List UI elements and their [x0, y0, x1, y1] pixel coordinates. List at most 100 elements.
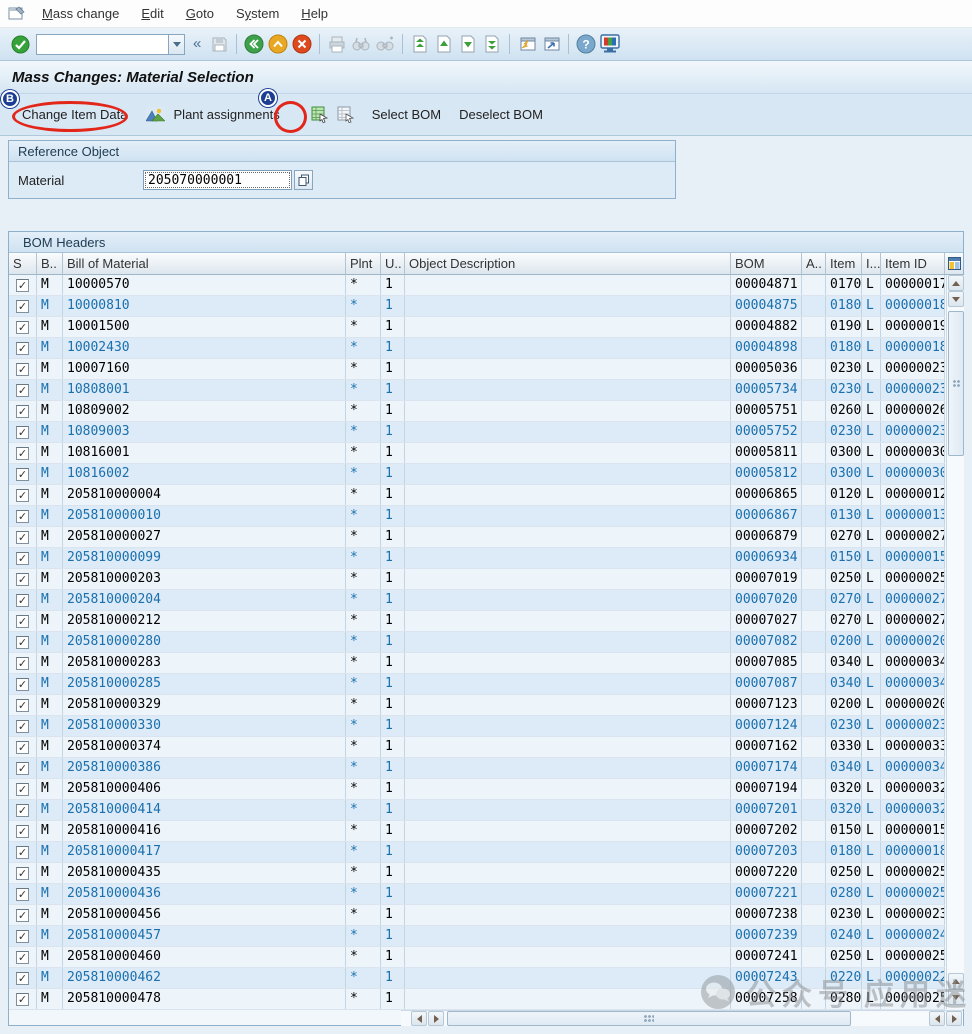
table-row[interactable]: ✓M205810000478*1000072580280L00000025: [9, 989, 945, 1010]
row-select-checkbox[interactable]: ✓: [9, 863, 37, 883]
column-header-item[interactable]: Item: [826, 253, 862, 275]
cancel-icon[interactable]: [290, 32, 314, 56]
column-header-plnt[interactable]: Plnt: [346, 253, 381, 275]
row-select-checkbox[interactable]: ✓: [9, 800, 37, 820]
enter-check-icon[interactable]: [8, 32, 32, 56]
table-row[interactable]: ✓M205810000329*1000071230200L00000020: [9, 695, 945, 716]
table-row[interactable]: ✓M10808001*1000057340230L00000023: [9, 380, 945, 401]
deselect-all-icon[interactable]: [336, 106, 356, 124]
row-select-checkbox[interactable]: ✓: [9, 380, 37, 400]
material-input[interactable]: [143, 170, 292, 190]
menu-item-help[interactable]: Help: [301, 6, 328, 21]
back-icon[interactable]: [242, 32, 266, 56]
row-select-checkbox[interactable]: ✓: [9, 779, 37, 799]
select-bom-button[interactable]: Select BOM: [370, 104, 443, 125]
last-page-icon[interactable]: [480, 32, 504, 56]
row-select-checkbox[interactable]: ✓: [9, 506, 37, 526]
scroll-left-icon[interactable]: [411, 1011, 427, 1026]
help-icon[interactable]: ?: [574, 32, 598, 56]
table-row[interactable]: ✓M205810000417*1000072030180L00000018: [9, 842, 945, 863]
vertical-scroll-thumb[interactable]: [948, 311, 964, 456]
table-row[interactable]: ✓M205810000436*1000072210280L00000025: [9, 884, 945, 905]
multiple-selection-icon[interactable]: [294, 170, 313, 190]
table-row[interactable]: ✓M10002430*1000048980180L00000018: [9, 338, 945, 359]
table-row[interactable]: ✓M10809003*1000057520230L00000023: [9, 422, 945, 443]
select-all-icon[interactable]: [310, 106, 330, 124]
create-shortcut-icon[interactable]: [539, 32, 563, 56]
column-header-objectdescription[interactable]: Object Description: [405, 253, 731, 275]
table-row[interactable]: ✓M205810000386*1000071740340L00000034: [9, 758, 945, 779]
row-select-checkbox[interactable]: ✓: [9, 737, 37, 757]
table-row[interactable]: ✓M205810000460*1000072410250L00000025: [9, 947, 945, 968]
table-settings-icon[interactable]: [945, 253, 963, 275]
horizontal-scroll-thumb[interactable]: [447, 1011, 851, 1026]
table-row[interactable]: ✓M205810000099*1000069340150L00000015: [9, 548, 945, 569]
menu-item-goto[interactable]: Goto: [186, 6, 214, 21]
row-select-checkbox[interactable]: ✓: [9, 464, 37, 484]
find-next-icon[interactable]: [373, 32, 397, 56]
row-select-checkbox[interactable]: ✓: [9, 275, 37, 295]
scroll-down-bottom-icon[interactable]: [948, 989, 964, 1005]
vertical-scrollbar[interactable]: [946, 275, 964, 1009]
table-row[interactable]: ✓M205810000212*1000070270270L00000027: [9, 611, 945, 632]
menu-item-system[interactable]: System: [236, 6, 279, 21]
table-row[interactable]: ✓M205810000010*1000068670130L00000013: [9, 506, 945, 527]
scroll-left-end-icon[interactable]: [929, 1011, 945, 1026]
row-select-checkbox[interactable]: ✓: [9, 842, 37, 862]
menu-item-edit[interactable]: Edit: [141, 6, 163, 21]
scroll-up-icon[interactable]: [948, 275, 964, 291]
row-select-checkbox[interactable]: ✓: [9, 989, 37, 1009]
collapse-icon[interactable]: «: [193, 35, 201, 52]
row-select-checkbox[interactable]: ✓: [9, 632, 37, 652]
table-row[interactable]: ✓M205810000414*1000072010320L00000032: [9, 800, 945, 821]
table-row[interactable]: ✓M10816001*1000058110300L00000030: [9, 443, 945, 464]
first-page-icon[interactable]: [408, 32, 432, 56]
row-select-checkbox[interactable]: ✓: [9, 317, 37, 337]
command-field[interactable]: [36, 34, 168, 55]
column-header-billofmaterial[interactable]: Bill of Material: [63, 253, 346, 275]
table-row[interactable]: ✓M10000570*1000048710170L00000017: [9, 275, 945, 296]
row-select-checkbox[interactable]: ✓: [9, 611, 37, 631]
column-header-a[interactable]: A..: [802, 253, 826, 275]
row-select-checkbox[interactable]: ✓: [9, 716, 37, 736]
table-row[interactable]: ✓M205810000456*1000072380230L00000023: [9, 905, 945, 926]
column-header-i[interactable]: I...: [862, 253, 881, 275]
page-down-icon[interactable]: [456, 32, 480, 56]
print-icon[interactable]: [325, 32, 349, 56]
exit-icon[interactable]: [266, 32, 290, 56]
row-select-checkbox[interactable]: ✓: [9, 527, 37, 547]
customize-layout-icon[interactable]: [598, 32, 622, 56]
table-row[interactable]: ✓M10007160*1000050360230L00000023: [9, 359, 945, 380]
table-row[interactable]: ✓M205810000462*1000072430220L00000022: [9, 968, 945, 989]
table-row[interactable]: ✓M205810000285*1000070870340L00000034: [9, 674, 945, 695]
scroll-up-bottom-icon[interactable]: [948, 973, 964, 989]
table-row[interactable]: ✓M205810000406*1000071940320L00000032: [9, 779, 945, 800]
row-select-checkbox[interactable]: ✓: [9, 905, 37, 925]
column-header-b[interactable]: B..: [37, 253, 63, 275]
row-select-checkbox[interactable]: ✓: [9, 338, 37, 358]
save-icon[interactable]: [207, 32, 231, 56]
table-row[interactable]: ✓M205810000027*1000068790270L00000027: [9, 527, 945, 548]
row-select-checkbox[interactable]: ✓: [9, 947, 37, 967]
menu-item-mass-change[interactable]: Mass change: [42, 6, 119, 21]
change-item-data-button[interactable]: Change Item Data: [20, 104, 130, 125]
row-select-checkbox[interactable]: ✓: [9, 443, 37, 463]
find-icon[interactable]: [349, 32, 373, 56]
horizontal-scrollbar[interactable]: [401, 1010, 963, 1026]
table-row[interactable]: ✓M10000810*1000048750180L00000018: [9, 296, 945, 317]
table-row[interactable]: ✓M205810000203*1000070190250L00000025: [9, 569, 945, 590]
deselect-bom-button[interactable]: Deselect BOM: [457, 104, 545, 125]
table-row[interactable]: ✓M205810000416*1000072020150L00000015: [9, 821, 945, 842]
column-header-bom[interactable]: BOM: [731, 253, 802, 275]
dropdown-icon[interactable]: [168, 34, 185, 55]
row-select-checkbox[interactable]: ✓: [9, 674, 37, 694]
row-select-checkbox[interactable]: ✓: [9, 359, 37, 379]
row-select-checkbox[interactable]: ✓: [9, 821, 37, 841]
table-row[interactable]: ✓M10816002*1000058120300L00000030: [9, 464, 945, 485]
row-select-checkbox[interactable]: ✓: [9, 401, 37, 421]
column-header-u[interactable]: U..: [381, 253, 405, 275]
table-row[interactable]: ✓M205810000330*1000071240230L00000023: [9, 716, 945, 737]
table-row[interactable]: ✓M205810000004*1000068650120L00000012: [9, 485, 945, 506]
row-select-checkbox[interactable]: ✓: [9, 590, 37, 610]
row-select-checkbox[interactable]: ✓: [9, 758, 37, 778]
